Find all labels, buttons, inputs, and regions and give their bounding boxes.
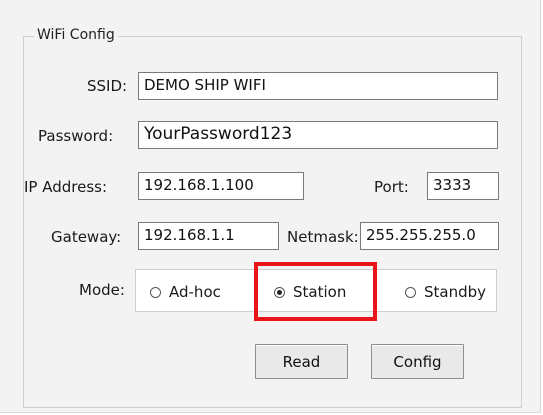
netmask-input[interactable]: 255.255.255.0 <box>360 222 499 250</box>
ssid-label: SSID: <box>87 77 128 95</box>
gateway-label: Gateway: <box>51 228 122 246</box>
wifi-config-window: WiFi Config SSID: DEMO SHIP WIFI Passwor… <box>0 0 541 413</box>
station-highlight-box <box>254 262 377 321</box>
ip-address-input[interactable]: 192.168.1.100 <box>138 172 304 200</box>
group-title: WiFi Config <box>34 27 118 43</box>
mode-label: Mode: <box>79 281 125 299</box>
netmask-label: Netmask: <box>287 228 359 246</box>
radio-standby[interactable] <box>405 286 416 298</box>
mode-option-standby[interactable]: Standby <box>405 283 486 301</box>
ip-address-label: IP Address: <box>24 178 108 196</box>
port-input[interactable]: 3333 <box>427 172 499 200</box>
read-button[interactable]: Read <box>255 344 348 379</box>
mode-option-adhoc-label: Ad-hoc <box>169 283 221 301</box>
password-input[interactable]: YourPassword123 <box>138 121 498 149</box>
ssid-input[interactable]: DEMO SHIP WIFI <box>138 72 498 100</box>
password-label: Password: <box>38 127 114 145</box>
mode-option-standby-label: Standby <box>424 283 487 301</box>
mode-option-adhoc[interactable]: Ad-hoc <box>150 283 221 301</box>
config-button[interactable]: Config <box>371 344 464 379</box>
port-label: Port: <box>374 178 409 196</box>
radio-adhoc[interactable] <box>150 286 161 298</box>
gateway-input[interactable]: 192.168.1.1 <box>138 222 279 250</box>
